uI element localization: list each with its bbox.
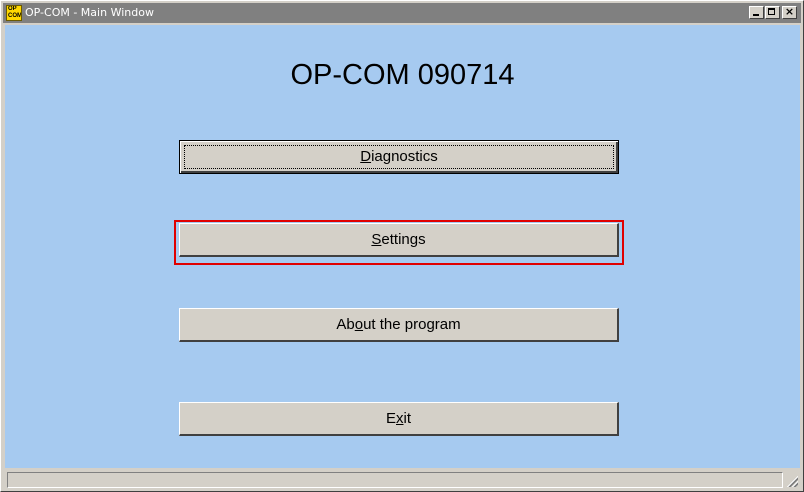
title-bar[interactable]: OP COM OP-COM - Main Window × <box>3 3 801 23</box>
close-button[interactable]: × <box>782 5 797 19</box>
settings-button[interactable]: Settings <box>179 223 619 257</box>
diagnostics-button[interactable]: Diagnostics <box>179 140 619 174</box>
status-panel <box>7 472 783 488</box>
status-bar <box>5 469 800 489</box>
close-icon: × <box>784 5 795 18</box>
main-window: OP COM OP-COM - Main Window × OP-COM 090… <box>0 0 804 492</box>
window-title: OP-COM - Main Window <box>25 6 154 19</box>
about-label: About the program <box>336 316 461 333</box>
minimize-button[interactable] <box>749 6 764 19</box>
exit-label: Exit <box>385 410 411 427</box>
maximize-button[interactable] <box>765 6 780 19</box>
resize-grip-icon[interactable] <box>786 475 798 487</box>
maximize-icon <box>768 8 775 15</box>
settings-label: Settings <box>371 231 426 248</box>
app-title: OP-COM 090714 <box>290 59 515 91</box>
app-icon[interactable]: OP COM <box>6 5 22 21</box>
exit-button[interactable]: Exit <box>179 402 619 436</box>
diagnostics-label: Diagnostics <box>360 148 438 165</box>
client-area: OP-COM 090714 Diagnostics Settings About… <box>5 25 800 468</box>
minimize-icon <box>753 14 759 16</box>
about-button[interactable]: About the program <box>179 308 619 342</box>
